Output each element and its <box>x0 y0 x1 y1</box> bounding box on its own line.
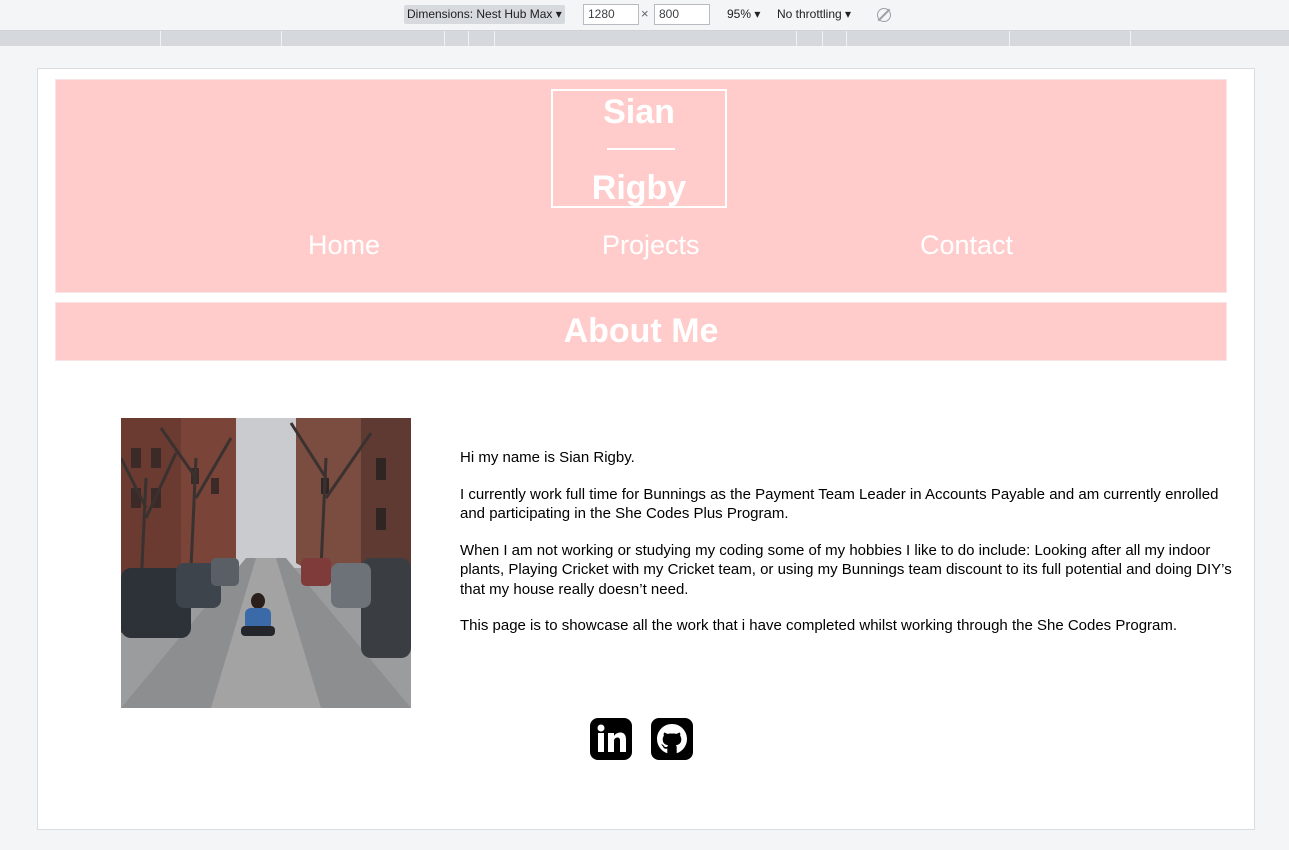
bio-paragraph-purpose: This page is to showcase all the work th… <box>460 617 1178 634</box>
ruler-tick <box>846 31 847 46</box>
dimension-separator: × <box>641 6 649 21</box>
linkedin-icon[interactable] <box>590 718 632 760</box>
throttling-select[interactable]: No throttling ▾ <box>774 5 854 24</box>
bio-paragraph-intro: Hi my name is Sian Rigby. <box>460 449 635 466</box>
site-logo[interactable]: Sian Rigby <box>551 89 727 208</box>
device-dimensions-label: Dimensions: Nest Hub Max <box>407 7 553 21</box>
github-icon[interactable] <box>651 718 693 760</box>
ruler-tick <box>1130 31 1131 46</box>
street-photo-image <box>121 418 411 708</box>
viewport-width-input[interactable]: 1280 <box>583 4 639 25</box>
about-banner: About Me <box>55 302 1227 361</box>
zoom-select[interactable]: 95% ▾ <box>724 5 763 24</box>
github-glyph <box>657 724 687 754</box>
media-query-ruler <box>0 31 1289 46</box>
logo-divider <box>607 148 675 150</box>
nav-home-link[interactable]: Home <box>308 230 380 261</box>
device-dimensions-select[interactable]: Dimensions: Nest Hub Max ▾ <box>404 5 565 24</box>
zoom-label: 95% <box>727 7 752 21</box>
site-header: Sian Rigby Home Projects Contact <box>55 79 1227 293</box>
profile-photo <box>121 418 411 708</box>
bio-paragraph-work: I currently work full time for Bunnings … <box>460 485 1219 523</box>
emulated-viewport: Sian Rigby Home Projects Contact About M… <box>37 68 1255 830</box>
ruler-tick <box>796 31 797 46</box>
logo-first-name: Sian <box>603 93 675 131</box>
ruler-tick <box>822 31 823 46</box>
linkedin-glyph <box>597 724 626 752</box>
section-title: About Me <box>563 312 719 350</box>
ruler-tick <box>281 31 282 46</box>
throttling-label: No throttling <box>777 7 842 21</box>
viewport-height-input[interactable]: 800 <box>654 4 710 25</box>
nav-projects-link[interactable]: Projects <box>602 230 700 261</box>
ruler-tick <box>160 31 161 46</box>
bio-paragraph-hobbies: When I am not working or studying my cod… <box>460 541 1232 598</box>
about-bio: Hi my name is Sian Rigby. I currently wo… <box>460 448 1235 653</box>
ruler-tick <box>444 31 445 46</box>
nav-contact-link[interactable]: Contact <box>920 230 1013 261</box>
logo-last-name: Rigby <box>591 169 687 207</box>
rotate-icon[interactable] <box>874 5 894 25</box>
ruler-tick <box>494 31 495 46</box>
ruler-tick <box>1009 31 1010 46</box>
device-toolbar: Dimensions: Nest Hub Max ▾ 1280 × 800 95… <box>0 0 1289 31</box>
ruler-tick <box>468 31 469 46</box>
